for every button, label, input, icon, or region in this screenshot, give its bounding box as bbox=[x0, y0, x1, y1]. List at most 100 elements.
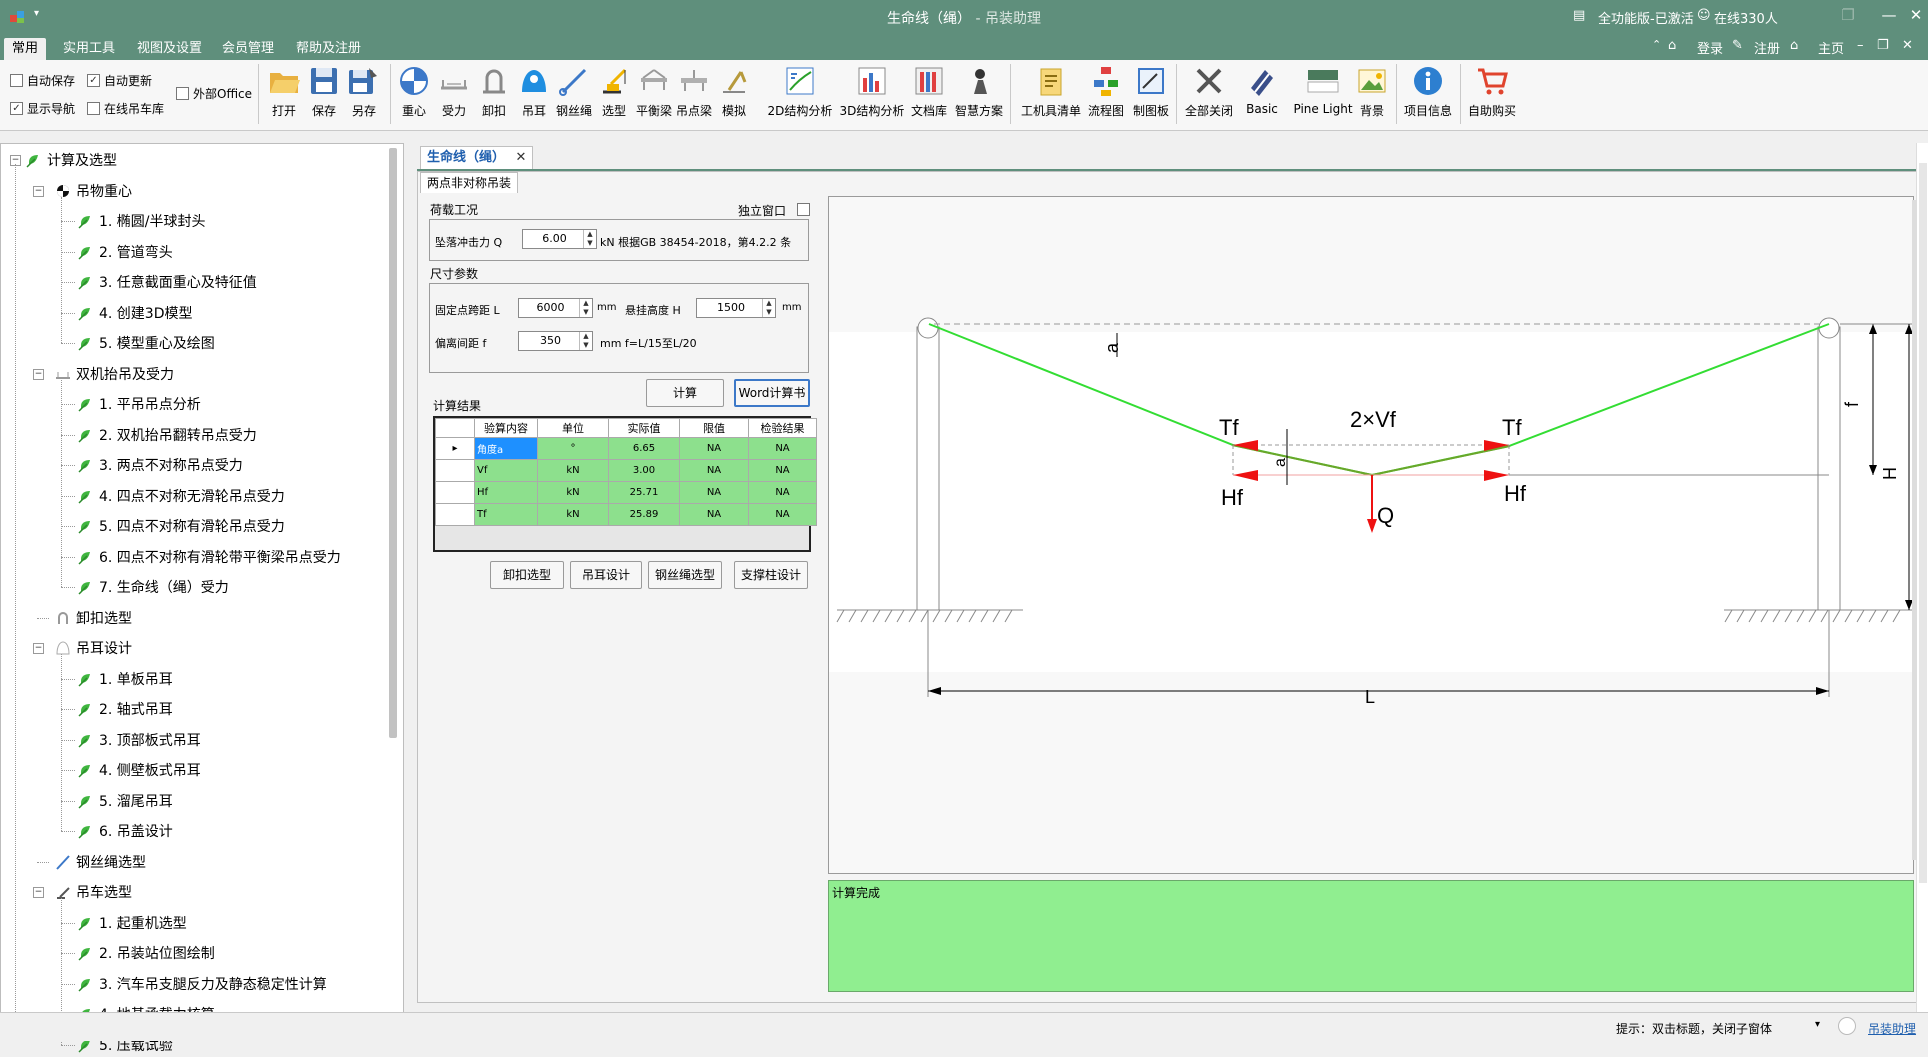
tree-group-wire-rope[interactable]: 钢丝绳选型 bbox=[55, 852, 146, 872]
table-cell[interactable]: 25.89 bbox=[608, 503, 680, 526]
table-row[interactable]: Hf kN 25.71 NA NA bbox=[435, 481, 817, 504]
tree-item[interactable]: 2. 吊装站位图绘制 bbox=[78, 943, 215, 963]
tree-item[interactable]: 5. 四点不对称有滑轮吊点受力 bbox=[78, 516, 285, 536]
save-as-button[interactable]: 另存 bbox=[344, 64, 384, 126]
row-selector[interactable] bbox=[435, 503, 475, 526]
standalone-window-checkbox[interactable] bbox=[797, 203, 810, 216]
tree-item[interactable]: 3. 顶部板式吊耳 bbox=[78, 730, 201, 750]
right-scrollbar[interactable] bbox=[1916, 143, 1928, 1013]
tree-item[interactable]: 1. 单板吊耳 bbox=[78, 669, 173, 689]
table-cell[interactable]: NA bbox=[748, 459, 817, 482]
expand-group-icon[interactable]: − bbox=[33, 887, 44, 898]
drawing-board-button[interactable]: 制图板 bbox=[1131, 64, 1171, 126]
deviation-input[interactable]: 350 ▲ ▼ bbox=[518, 331, 593, 351]
tab-view-settings[interactable]: 视图及设置 bbox=[129, 38, 210, 60]
simulate-button[interactable]: 模拟 bbox=[714, 64, 754, 126]
tree-item[interactable]: 7. 生命线（绳）受力 bbox=[78, 577, 229, 597]
table-cell[interactable]: ° bbox=[537, 437, 609, 460]
expand-group-icon[interactable]: − bbox=[33, 185, 44, 197]
status-link[interactable]: 吊装助理 bbox=[1868, 1020, 1916, 1037]
expand-group-icon[interactable]: − bbox=[33, 368, 44, 380]
tree-item[interactable]: 2. 管道弯头 bbox=[78, 242, 173, 262]
table-cell[interactable]: 3.00 bbox=[608, 459, 680, 482]
self-purchase-button[interactable]: 自助购买 bbox=[1468, 64, 1516, 126]
homepage-link[interactable]: 主页 bbox=[1818, 38, 1844, 57]
online-crane-db-checkbox[interactable]: 在线吊车库 bbox=[87, 100, 164, 117]
table-cell[interactable]: Vf bbox=[474, 459, 538, 482]
table-cell[interactable]: NA bbox=[679, 481, 749, 504]
tree-item[interactable]: 2. 双机抬吊翻转吊点受力 bbox=[78, 425, 257, 445]
column-design-button[interactable]: 支撑柱设计 bbox=[734, 561, 808, 589]
table-cell[interactable]: 25.71 bbox=[608, 481, 680, 504]
row-selector[interactable] bbox=[435, 481, 475, 504]
project-info-button[interactable]: 项目信息 bbox=[1404, 64, 1452, 126]
tree-item[interactable]: 4. 创建3D模型 bbox=[78, 303, 193, 323]
tree-item[interactable]: 5. 模型重心及绘图 bbox=[78, 333, 215, 353]
table-cell[interactable]: NA bbox=[748, 481, 817, 504]
register-link[interactable]: 注册 bbox=[1754, 38, 1780, 57]
tree-item[interactable]: 2. 轴式吊耳 bbox=[78, 699, 173, 719]
tree-item[interactable]: 3. 任意截面重心及特征值 bbox=[78, 272, 257, 292]
mdi-minimize-icon[interactable]: – bbox=[1857, 38, 1864, 53]
table-cell[interactable]: Hf bbox=[474, 481, 538, 504]
checkbox-box[interactable]: ✓ bbox=[10, 102, 23, 115]
table-cell[interactable]: kN bbox=[537, 503, 609, 526]
tab-lifeline[interactable]: 生命线（绳） ✕ bbox=[420, 146, 534, 169]
autosave-checkbox[interactable]: 自动保存 bbox=[10, 72, 75, 89]
table-cell[interactable]: kN bbox=[537, 459, 609, 482]
smart-plan-button[interactable]: 智慧方案 bbox=[955, 64, 1003, 126]
tree-item[interactable]: 1. 平吊吊点分析 bbox=[78, 394, 201, 414]
status-dropdown-icon[interactable]: ▾ bbox=[1815, 1019, 1820, 1030]
2d-analysis-button[interactable]: 2D结构分析 bbox=[768, 64, 832, 126]
theme-basic-button[interactable]: Basic bbox=[1242, 64, 1282, 126]
tree-group-lug[interactable]: 吊耳设计 bbox=[55, 638, 132, 658]
expand-group-icon[interactable]: − bbox=[33, 643, 44, 654]
word-report-button[interactable]: Word计算书 bbox=[734, 379, 810, 407]
span-input[interactable]: 6000 ▲ ▼ bbox=[518, 298, 593, 318]
tree-group-cog[interactable]: 吊物重心 bbox=[55, 181, 132, 201]
tree-item[interactable]: 4. 四点不对称无滑轮吊点受力 bbox=[78, 486, 285, 506]
table-cell[interactable]: NA bbox=[679, 437, 749, 460]
login-link[interactable]: 登录 bbox=[1697, 38, 1723, 57]
mdi-close-icon[interactable]: ✕ bbox=[1902, 38, 1913, 53]
doc-library-button[interactable]: 文档库 bbox=[909, 64, 949, 126]
minimize-icon[interactable]: — bbox=[1874, 6, 1904, 24]
checkbox-box[interactable] bbox=[87, 102, 100, 115]
table-cell[interactable]: kN bbox=[537, 481, 609, 504]
row-selector[interactable] bbox=[435, 459, 475, 482]
table-row[interactable]: Tf kN 25.89 NA NA bbox=[435, 503, 817, 526]
impact-input[interactable]: 6.00 ▲ ▼ bbox=[522, 229, 597, 249]
table-cell[interactable]: NA bbox=[748, 437, 817, 460]
tab-membership[interactable]: 会员管理 bbox=[214, 38, 282, 60]
height-input[interactable]: 1500 ▲ ▼ bbox=[696, 298, 776, 318]
tree-group-dual-crane[interactable]: 双机抬吊及受力 bbox=[55, 364, 174, 384]
tree-item[interactable]: 4. 侧壁板式吊耳 bbox=[78, 760, 201, 780]
tab-close-icon[interactable]: ✕ bbox=[516, 150, 527, 165]
external-office-checkbox[interactable]: 外部Office bbox=[176, 85, 252, 102]
tree-item[interactable]: 1. 椭圆/半球封头 bbox=[78, 211, 206, 231]
tree-root[interactable]: 计算及选型 bbox=[26, 150, 117, 170]
table-cell[interactable]: NA bbox=[679, 459, 749, 482]
show-nav-checkbox[interactable]: ✓ 显示导航 bbox=[10, 100, 75, 117]
row-selector-icon[interactable]: ▸ bbox=[435, 437, 475, 460]
tree-item[interactable]: 3. 两点不对称吊点受力 bbox=[78, 455, 243, 475]
checkbox-box[interactable] bbox=[176, 87, 189, 100]
tree-item[interactable]: 1. 起重机选型 bbox=[78, 913, 187, 933]
table-cell[interactable]: 角度a bbox=[474, 437, 538, 460]
close-icon[interactable]: ✕ bbox=[1906, 6, 1926, 24]
checkbox-box[interactable]: ✓ bbox=[87, 74, 100, 87]
tool-list-button[interactable]: 工机具清单 bbox=[1021, 64, 1081, 126]
autoupdate-checkbox[interactable]: ✓ 自动更新 bbox=[87, 72, 152, 89]
tree-item[interactable]: 3. 汽车吊支腿反力及静态稳定性计算 bbox=[78, 974, 327, 994]
lug-design-button[interactable]: 吊耳设计 bbox=[570, 561, 642, 589]
scroll-thumb[interactable] bbox=[1919, 163, 1927, 883]
restore-icon[interactable]: ❐ bbox=[1833, 6, 1863, 24]
mdi-restore-icon[interactable]: ❐ bbox=[1877, 38, 1889, 53]
checkbox-box[interactable] bbox=[10, 74, 23, 87]
tab-common[interactable]: 常用 bbox=[4, 38, 47, 60]
table-row[interactable]: Vf kN 3.00 NA NA bbox=[435, 459, 817, 482]
tab-two-point-asym[interactable]: 两点非对称吊装 bbox=[420, 172, 519, 193]
table-cell[interactable]: NA bbox=[679, 503, 749, 526]
tree-item[interactable]: 5. 溜尾吊耳 bbox=[78, 791, 173, 811]
3d-analysis-button[interactable]: 3D结构分析 bbox=[840, 64, 904, 126]
